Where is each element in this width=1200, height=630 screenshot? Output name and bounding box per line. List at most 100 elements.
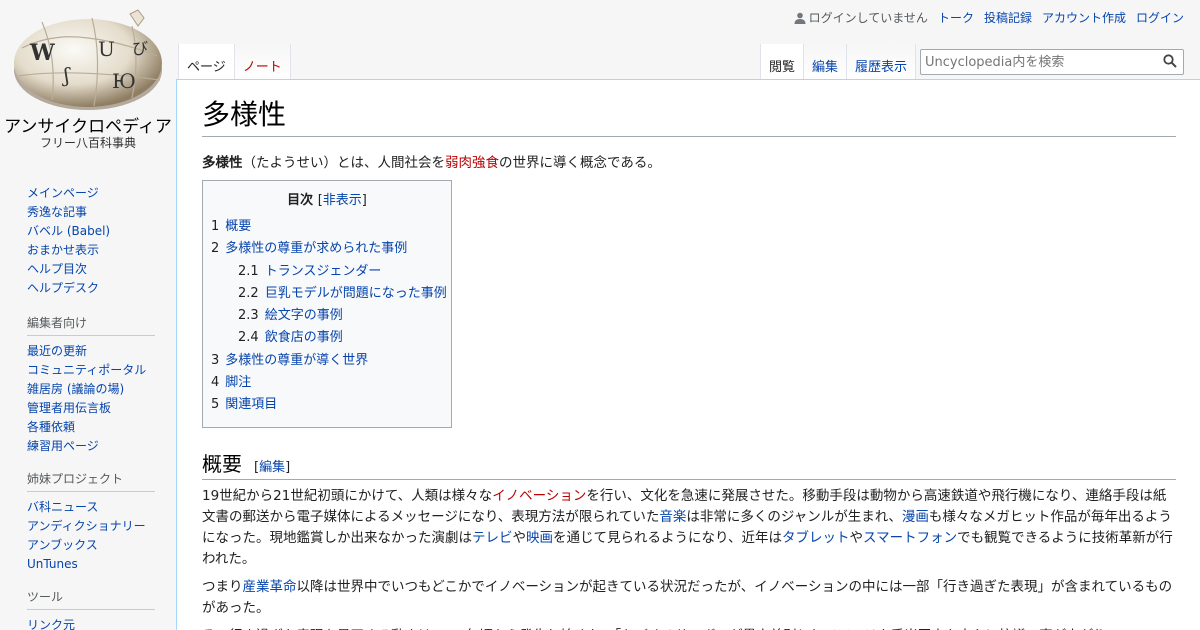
section-heading: 概要 [編集]	[202, 448, 1176, 480]
sidebar-heading-tools: ツール	[27, 588, 155, 610]
toc-text: 飲食店の事例	[264, 330, 343, 346]
site-logo[interactable]: W Ю U ʃ び アンサイクロペディア フリー八百科事典	[0, 0, 176, 160]
text-run: つまり	[202, 578, 243, 595]
toc-text: 脚注	[225, 375, 252, 391]
sidebar-sister: 姉妹プロジェクト バ科ニュース アンディクショナリー アンブックス UnTune…	[0, 470, 176, 574]
toc-item[interactable]: 1 概要	[211, 216, 443, 238]
text-run: 19世紀から21世紀初頭にかけて、人類は様々な	[202, 487, 493, 504]
inline-link[interactable]: スマートフォン	[863, 530, 957, 546]
tab-edit[interactable]: 編集	[804, 44, 848, 80]
sidebar-item-help-contents[interactable]: ヘルプ目次	[27, 260, 176, 279]
toc-item[interactable]: 4 脚注	[211, 372, 443, 394]
toc-number: 2.1	[238, 263, 259, 279]
toc-item[interactable]: 3 多様性の尊重が導く世界	[211, 350, 443, 372]
inline-link[interactable]: テレビ	[472, 530, 513, 546]
logo-subtitle: フリー八百科事典	[39, 136, 136, 150]
toc-text: トランスジェンダー	[264, 263, 382, 279]
section-edit: [編集]	[254, 460, 290, 475]
toc-text: 絵文字の事例	[264, 308, 343, 324]
tab-talk[interactable]: ノート	[234, 44, 291, 80]
sidebar-item-undictionary[interactable]: アンディクショナリー	[27, 517, 176, 536]
body-paragraph: その行き過ぎた表現を是正する動きは1960年頃から発生し始めた。「ちびくろサンボ…	[202, 626, 1176, 630]
toc-item[interactable]: 2.4 飲食店の事例	[211, 327, 443, 349]
content-area: 多様性 多様性（たようせい）とは、人間社会を弱肉強食の世界に導く概念である。 目…	[176, 79, 1200, 630]
sidebar-navigation: メインページ 秀逸な記事 バベル (Babel) おまかせ表示 ヘルプ目次 ヘル…	[0, 184, 176, 298]
user-icon	[794, 12, 806, 24]
toc-list: 1 概要 2 多様性の尊重が求められた事例 2.1 トランスジェンダー 2.2 巨乳モデルが問…	[211, 216, 447, 417]
sidebar-item-community-portal[interactable]: コミュニティポータル	[27, 361, 176, 380]
toc-title: 目次 [非表示]	[211, 189, 443, 208]
toc-number: 5	[211, 397, 220, 413]
toc-item[interactable]: 2.3 絵文字の事例	[211, 305, 443, 327]
search-box	[920, 49, 1184, 75]
inline-link[interactable]: 映画	[526, 530, 553, 546]
anon-status: ログインしていません	[794, 9, 928, 26]
lead-link[interactable]: 弱肉強食	[445, 155, 499, 171]
logo-glyph: W	[29, 40, 55, 66]
body-paragraph: 19世紀から21世紀初頭にかけて、人類は様々なイノベーションを行い、文化を急速に…	[202, 486, 1176, 570]
view-tabs: 閲覧 編集 履歴表示	[760, 44, 917, 80]
sidebar-editors: 編集者向け 最近の更新 コミュニティポータル 雑居房 (議論の場) 管理者用伝言…	[0, 314, 176, 456]
toc-text: 多様性の尊重が導く世界	[225, 352, 369, 368]
page-title: 多様性	[202, 96, 1176, 137]
inline-link[interactable]: 産業革命	[243, 579, 297, 595]
toc-number: 1	[211, 219, 220, 234]
sidebar-item-requests[interactable]: 各種依頼	[27, 418, 176, 437]
lead-term: 多様性	[202, 155, 243, 171]
toc-item[interactable]: 5 関連項目	[211, 394, 443, 416]
lead-text-2: の世界に導く概念である。	[499, 155, 661, 171]
inline-link[interactable]: 漫画	[902, 509, 929, 525]
sidebar-item-admin-noticeboard[interactable]: 管理者用伝言板	[27, 399, 176, 418]
pt-contributions-link[interactable]: 投稿記録	[984, 9, 1032, 26]
tab-history[interactable]: 履歴表示	[847, 44, 917, 80]
logo-glyph: び	[132, 39, 148, 58]
toc-toggle: [非表示]	[318, 193, 367, 208]
toc-number: 2.2	[238, 285, 259, 301]
toc-number: 2.3	[238, 308, 259, 324]
search-input[interactable]	[921, 50, 1157, 74]
sidebar-item-sandbox[interactable]: 練習用ページ	[27, 437, 176, 456]
puzzle-globe-logo-icon: W Ю U ʃ び	[14, 9, 162, 110]
pt-talk-link[interactable]: トーク	[938, 9, 974, 26]
logo-glyph: U	[98, 37, 115, 61]
toc-text: 概要	[225, 219, 252, 234]
logo-glyph: Ю	[112, 69, 136, 93]
toc-text: 巨乳モデルが問題になった事例	[264, 285, 447, 301]
toc-number: 2.4	[238, 330, 259, 346]
sidebar-item-untunes[interactable]: UnTunes	[27, 555, 176, 574]
namespace-tabs: ページ ノート	[178, 44, 291, 80]
toc-item[interactable]: 2.2 巨乳モデルが問題になった事例	[211, 283, 447, 305]
sidebar-item-babel[interactable]: バベル (Babel)	[27, 222, 176, 241]
anon-label: ログインしていません	[808, 11, 928, 25]
sidebar-item-featured[interactable]: 秀逸な記事	[27, 203, 176, 222]
pt-create-account-link[interactable]: アカウント作成	[1042, 9, 1126, 26]
inline-link[interactable]: イノベーション	[492, 488, 586, 504]
sidebar-item-what-links-here[interactable]: リンク元	[27, 616, 176, 630]
tab-read[interactable]: 閲覧	[760, 44, 805, 80]
toc-toggle-link[interactable]: 非表示	[323, 193, 362, 208]
pt-login-link[interactable]: ログイン	[1136, 9, 1184, 26]
toc-number: 3	[211, 352, 220, 368]
section-title: 概要	[202, 451, 242, 476]
sidebar-item-unbooks[interactable]: アンブックス	[27, 536, 176, 555]
search-button[interactable]	[1163, 54, 1179, 70]
inline-link[interactable]: タブレット	[782, 530, 850, 546]
toc-item[interactable]: 2.1 トランスジェンダー	[211, 261, 443, 283]
inline-link[interactable]: 音楽	[659, 509, 686, 525]
sidebar-tools: ツール リンク元	[0, 588, 176, 630]
sidebar-item-help-desk[interactable]: ヘルプデスク	[27, 279, 176, 298]
text-run: を通じて見られるようになり、近年は	[553, 529, 782, 546]
edit-bracket: ]	[285, 459, 291, 475]
sidebar-item-random[interactable]: おまかせ表示	[27, 241, 176, 260]
lead-paragraph: 多様性（たようせい）とは、人間社会を弱肉強食の世界に導く概念である。	[202, 153, 1176, 173]
tab-page[interactable]: ページ	[178, 44, 235, 80]
sidebar-item-recent-changes[interactable]: 最近の更新	[27, 342, 176, 361]
text-run: 以降は世界中でいつもどこかでイノベーションが起きている状況だったが、イノベーショ…	[202, 578, 1173, 616]
toc-item[interactable]: 2 多様性の尊重が求められた事例	[211, 238, 443, 260]
text-run: や	[849, 529, 863, 546]
sidebar-item-main-page[interactable]: メインページ	[27, 184, 176, 203]
section-edit-link[interactable]: 編集	[259, 460, 285, 475]
sidebar: メインページ 秀逸な記事 バベル (Babel) おまかせ表示 ヘルプ目次 ヘル…	[0, 180, 176, 630]
sidebar-item-village-pump[interactable]: 雑居房 (議論の場)	[27, 380, 176, 399]
sidebar-item-unnews[interactable]: バ科ニュース	[27, 498, 176, 517]
